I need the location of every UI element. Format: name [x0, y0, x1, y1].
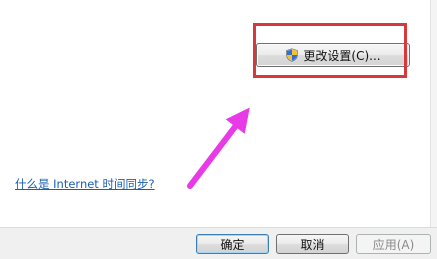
- ok-button[interactable]: 确定: [196, 234, 269, 254]
- dialog-body: 更改设置(C)... 什么是 Internet 时间同步?: [0, 0, 437, 227]
- apply-button[interactable]: 应用(A): [356, 234, 431, 254]
- dialog-edge: [430, 0, 437, 227]
- cancel-button[interactable]: 取消: [276, 234, 349, 254]
- dialog-footer: 确定 取消 应用(A): [0, 227, 437, 259]
- internet-time-sync-link[interactable]: 什么是 Internet 时间同步?: [15, 176, 155, 192]
- highlight-box: [253, 23, 407, 78]
